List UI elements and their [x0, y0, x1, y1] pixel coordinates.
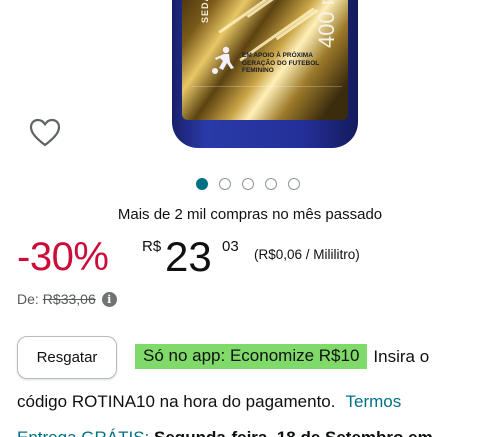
coupon-instruction: Insira o	[373, 346, 430, 366]
carousel-dot[interactable]	[265, 178, 277, 190]
bottle-label: SEDA 400 ml EM APOIO À PRÓXIMA GERAÇÃO D…	[182, 0, 348, 120]
list-price-value: R$33,06	[42, 291, 96, 307]
support-text: EM APOIO À PRÓXIMA GERAÇÃO DO FUTEBOL FE…	[242, 52, 320, 74]
carousel-dot[interactable]	[219, 178, 231, 190]
list-price: De: R$33,06 i	[17, 291, 117, 307]
app-only-badge: Só no app: Economize R$10	[135, 344, 368, 369]
unit-price: (R$0,06 / Mililitro)	[254, 247, 360, 262]
product-image[interactable]: SEDA 400 ml EM APOIO À PRÓXIMA GERAÇÃO D…	[0, 0, 500, 160]
free-delivery-link[interactable]: Entrega GRÁTIS:	[17, 428, 149, 437]
carousel-dot[interactable]	[288, 178, 300, 190]
discount-percentage: -30%	[17, 235, 109, 279]
purchases-count-text: Mais de 2 mil compras no mês passado	[117, 206, 383, 223]
soccer-player-icon	[212, 46, 234, 74]
price-currency: R$	[142, 238, 162, 255]
coupon-offer: Só no app: Economize R$10 Insira o	[135, 344, 429, 369]
shampoo-bottle-image: SEDA 400 ml EM APOIO À PRÓXIMA GERAÇÃO D…	[172, 0, 358, 148]
delivery-date: Segunda-feira, 18 de Setembro em	[154, 428, 433, 437]
coupon-code-instruction: código ROTINA10 na hora do pagamento.	[17, 392, 336, 411]
carousel-dot[interactable]	[196, 178, 208, 190]
carousel-dot[interactable]	[242, 178, 254, 190]
price-whole: 23	[165, 233, 212, 280]
coupon-code-text: código ROTINA10 na hora do pagamento. Ter…	[17, 392, 401, 412]
image-carousel-dots	[196, 178, 300, 190]
list-price-label: De:	[17, 291, 39, 307]
volume-text: 400 ml	[314, 0, 339, 49]
redeem-coupon-button[interactable]: Resgatar	[17, 336, 117, 379]
heart-outline-icon[interactable]	[29, 118, 61, 148]
price-fraction: 03	[222, 238, 239, 255]
brand-text: SEDA	[200, 0, 210, 24]
delivery-info: Entrega GRÁTIS: Segunda-feira, 18 de Set…	[17, 428, 433, 437]
terms-link[interactable]: Termos	[345, 392, 401, 411]
info-icon[interactable]: i	[101, 291, 117, 307]
